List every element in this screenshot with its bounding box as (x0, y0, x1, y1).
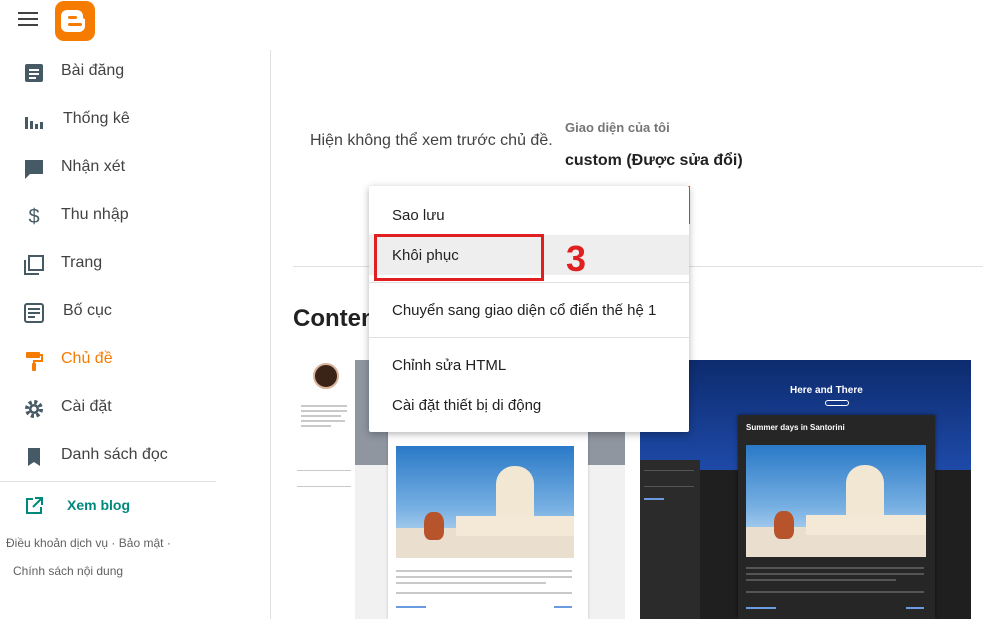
view-blog-link[interactable]: Xem blog (0, 490, 216, 520)
menu-item-label: Chỉnh sửa HTML (392, 357, 507, 374)
sidebar-item-settings[interactable]: Cài đặt (0, 386, 271, 430)
bookmark-icon (23, 446, 45, 468)
annotation-highlight-box (374, 234, 544, 281)
sidebar-item-label: Cài đặt (61, 398, 112, 415)
sidebar-item-label: Thống kê (63, 110, 130, 127)
sidebar-divider (0, 481, 216, 482)
blogger-logo[interactable] (55, 1, 95, 41)
annotation-step-number: 3 (566, 238, 587, 279)
thumbnail-pill (825, 400, 849, 406)
current-theme-name: custom (Được sửa đổi) (565, 152, 743, 169)
sidebar-item-pages[interactable]: Trang (0, 242, 271, 286)
external-link-icon (24, 496, 44, 516)
posts-icon (23, 62, 45, 84)
thumbnail-post (388, 430, 588, 619)
menu-item-switch-classic[interactable]: Chuyển sang giao diện cổ điển thế hệ 1 (369, 290, 689, 330)
thumbnail-post-title: Summer days in Santorini (746, 423, 845, 432)
sidebar-item-label: Bài đăng (61, 62, 125, 79)
dollar-icon: $ (28, 206, 40, 228)
pages-icon (23, 254, 45, 276)
avatar (313, 363, 339, 389)
terms-link[interactable]: Điều khoản dịch vụ (6, 536, 108, 550)
menu-separator (369, 337, 689, 338)
sidebar-item-label: Trang (61, 254, 103, 271)
footer-separator: · (111, 536, 116, 550)
menu-item-label: Sao lưu (392, 207, 445, 224)
thumbnail-sidebar (293, 360, 355, 619)
sidebar-item-label: Danh sách đọc (61, 446, 168, 463)
sidebar-item-stats[interactable]: Thống kê (0, 98, 271, 142)
menu-separator (369, 282, 689, 283)
theme-options-menu: Sao lưu Khôi phục Chuyển sang giao diện … (369, 186, 689, 432)
sidebar-item-theme[interactable]: Chủ đề (0, 338, 271, 382)
sidebar-item-label: Bố cục (63, 302, 112, 319)
comments-icon (23, 158, 45, 180)
sidebar-item-reading-list[interactable]: Danh sách đọc (0, 434, 271, 478)
blogger-theme-page: Bài đăng Thống kê Nhận xét $ Thu nhập Tr… (0, 0, 983, 619)
preview-unavailable-message: Hiện không thể xem trước chủ đề. (310, 132, 553, 149)
hamburger-menu-icon[interactable] (18, 12, 38, 28)
content-policy-link[interactable]: Chính sách nội dung (13, 564, 123, 578)
theme-thumbnail-emporio[interactable]: Here and There Summer days in Santorini (640, 360, 971, 619)
menu-item-mobile-settings[interactable]: Cài đặt thiết bị di động (369, 385, 689, 425)
santorini-photo (746, 445, 926, 557)
menu-item-edit-html[interactable]: Chỉnh sửa HTML (369, 345, 689, 385)
footer-separator: · (166, 536, 171, 550)
menu-item-label: Chuyển sang giao diện cổ điển thế hệ 1 (392, 302, 657, 319)
thumbnail-blog-title: Here and There (790, 385, 863, 396)
gear-icon (23, 398, 45, 420)
sidebar-item-layout[interactable]: Bố cục (0, 290, 271, 334)
privacy-link[interactable]: Bảo mật (119, 536, 164, 550)
menu-item-backup[interactable]: Sao lưu (369, 195, 689, 235)
sidebar-item-label: Chủ đề (61, 350, 113, 367)
thumbnail-post: Summer days in Santorini (738, 415, 935, 619)
sidebar-item-label: Nhận xét (61, 158, 126, 175)
paint-roller-icon (23, 350, 45, 372)
stats-icon (23, 110, 45, 132)
footer-links: Điều khoản dịch vụ · Bảo mật · (6, 536, 171, 550)
view-blog-label: Xem blog (67, 497, 131, 513)
sidebar-item-label: Thu nhập (61, 206, 129, 223)
menu-item-label: Cài đặt thiết bị di động (392, 397, 542, 414)
my-theme-label: Giao diện của tôi (565, 120, 670, 135)
sidebar-item-comments[interactable]: Nhận xét (0, 146, 271, 190)
santorini-photo (396, 446, 574, 558)
thumbnail-sidebar (640, 460, 700, 619)
sidebar: Bài đăng Thống kê Nhận xét $ Thu nhập Tr… (0, 50, 271, 619)
section-title: Conten (293, 305, 376, 332)
sidebar-item-posts[interactable]: Bài đăng (0, 50, 271, 94)
sidebar-item-earnings[interactable]: $ Thu nhập (0, 194, 271, 238)
layout-icon (23, 302, 45, 324)
